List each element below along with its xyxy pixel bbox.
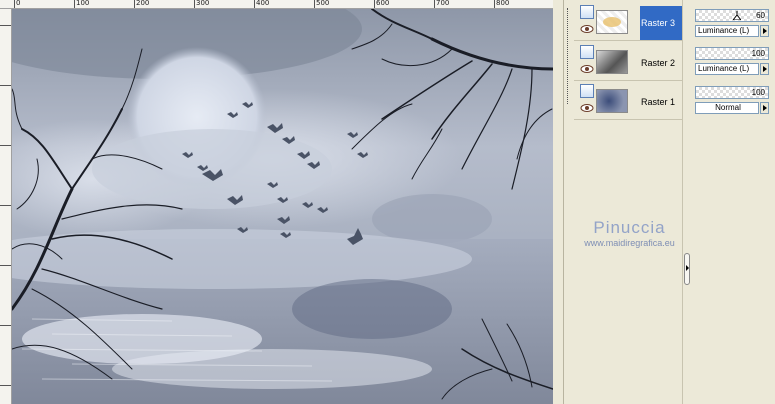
ruler-label: 300 — [196, 0, 210, 7]
image-canvas[interactable] — [12, 9, 553, 404]
dropdown-arrow-icon[interactable] — [760, 63, 769, 75]
opacity-value: 100 — [751, 88, 765, 97]
opacity-value: 60 — [756, 11, 765, 20]
watermark-url: www.maidiregrafica.eu — [584, 238, 675, 248]
blend-mode-select[interactable]: Normal — [695, 102, 759, 114]
layer-thumbnail — [596, 10, 628, 34]
watermark-name: Pinuccia — [593, 218, 666, 237]
dropdown-arrow-icon[interactable] — [760, 102, 769, 114]
layer-thumbnail — [596, 50, 628, 74]
opacity-slider[interactable]: 100 — [695, 47, 769, 60]
horizontal-ruler: 0 100 200 300 400 500 600 700 800 — [0, 0, 553, 9]
ruler-label: 500 — [316, 0, 330, 7]
opacity-slider[interactable]: 60 — [695, 9, 769, 22]
night-landscape-image — [12, 9, 553, 404]
vertical-ruler — [0, 9, 12, 404]
layer-row-raster-3[interactable]: Raster 3 — [574, 3, 692, 41]
layer-props-raster-2: 100 Luminance (L) — [695, 40, 773, 78]
opacity-slider-icon[interactable] — [733, 11, 741, 20]
blend-mode-select[interactable]: Luminance (L) — [695, 25, 759, 37]
layer-group-icon — [580, 5, 594, 19]
ruler-label: 100 — [76, 0, 90, 7]
ruler-label: 0 — [16, 0, 21, 7]
watermark: Pinuccia www.maidiregrafica.eu — [564, 218, 695, 248]
opacity-slider[interactable]: 100 — [695, 86, 769, 99]
ruler-label: 400 — [256, 0, 270, 7]
canvas-scroll-gap — [553, 0, 563, 404]
ruler-label: 800 — [496, 0, 510, 7]
visibility-eye-icon[interactable] — [580, 103, 594, 113]
layer-group-icon — [580, 45, 594, 59]
opacity-value: 100 — [751, 49, 765, 58]
layer-row-raster-2[interactable]: Raster 2 — [574, 43, 683, 81]
layer-row-raster-1[interactable]: Raster 1 — [574, 82, 683, 120]
layer-props-raster-3: 60 Luminance (L) — [695, 2, 773, 40]
panel-collapse-arrow-icon[interactable] — [684, 253, 690, 285]
dropdown-arrow-icon[interactable] — [760, 25, 769, 37]
ruler-label: 700 — [436, 0, 450, 7]
layer-properties-panel: 60 Luminance (L) 100 Luminance (L) 100 N… — [693, 0, 775, 404]
visibility-eye-icon[interactable] — [580, 24, 594, 34]
ruler-label: 200 — [136, 0, 150, 7]
layer-thumbnail — [596, 89, 628, 113]
layers-panel: Raster 3 Raster 2 Raster 1 Pinuccia www.… — [563, 0, 692, 404]
blend-mode-select[interactable]: Luminance (L) — [695, 63, 759, 75]
visibility-eye-icon[interactable] — [580, 64, 594, 74]
ruler-label: 600 — [376, 0, 390, 7]
layer-group-icon — [580, 84, 594, 98]
layer-props-raster-1: 100 Normal — [695, 79, 773, 117]
